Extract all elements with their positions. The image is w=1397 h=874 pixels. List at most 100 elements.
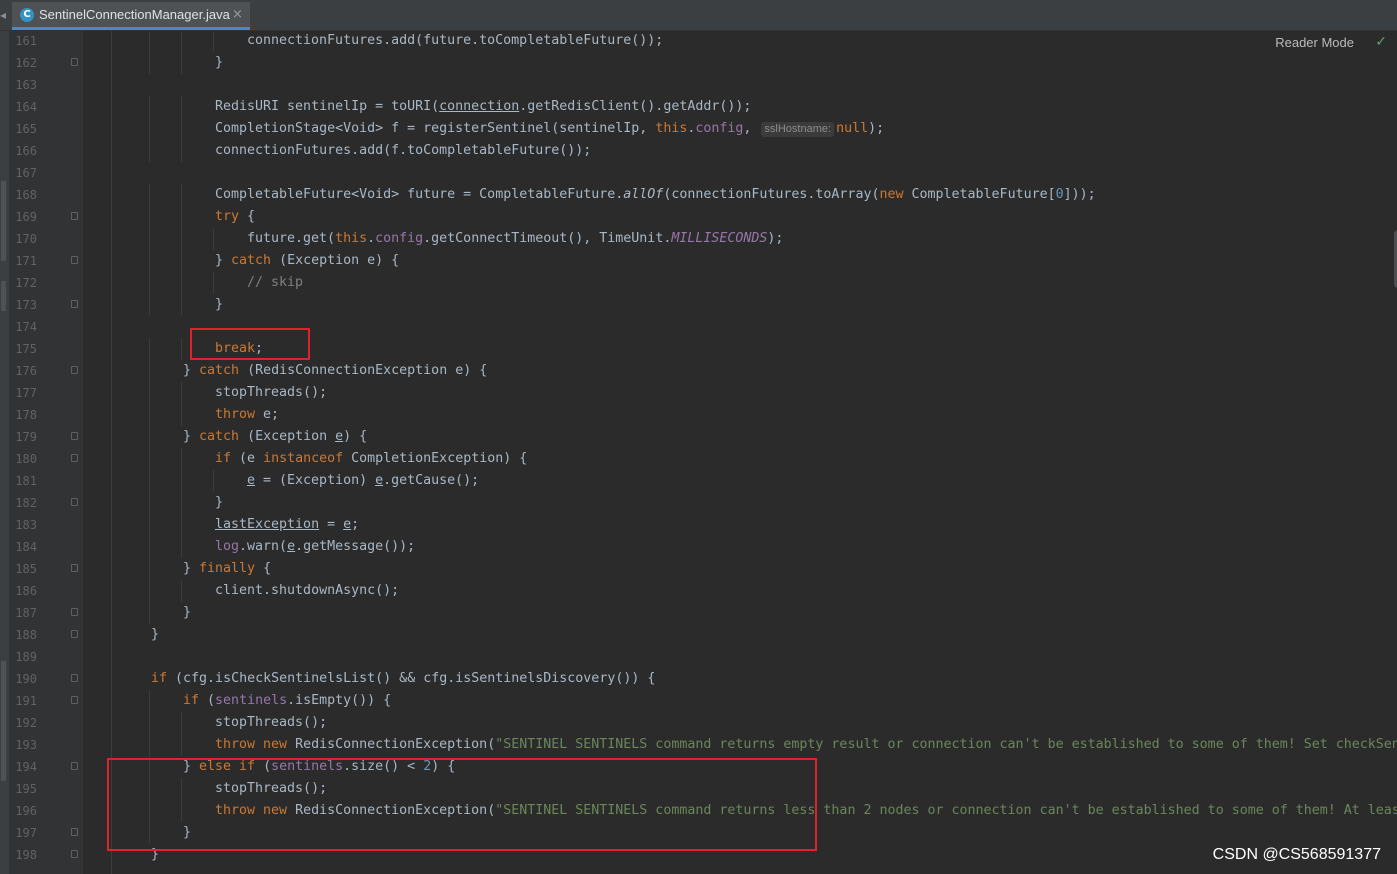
code-line[interactable]: 166 connectionFutures.add(f.toCompletable… (9, 140, 1397, 162)
code-line[interactable]: 181 e = (Exception) e.getCause(); (9, 470, 1397, 492)
code-token: MILLISECONDS (671, 231, 768, 246)
line-number: 162 (15, 56, 37, 70)
code-line[interactable]: 183 lastException = e; (9, 514, 1397, 536)
line-number: 181 (15, 474, 37, 488)
indent-guide (181, 31, 182, 52)
code-line[interactable]: 167 (9, 162, 1397, 184)
code-line[interactable]: 187} (9, 602, 1397, 624)
line-number: 198 (15, 848, 37, 862)
tab-scroll-left-icon[interactable]: ◂ (0, 6, 10, 24)
indent-guide (149, 294, 150, 316)
code-token: sentinels (215, 693, 288, 708)
close-tab-icon[interactable]: × (232, 7, 243, 22)
indent-guide (181, 580, 182, 602)
code-line[interactable]: 161 connectionFutures.add(future.toComple… (9, 31, 1397, 52)
code-line[interactable]: 184 log.warn(e.getMessage()); (9, 536, 1397, 558)
fold-marker-icon[interactable] (71, 366, 78, 374)
code-line[interactable]: 169 try { (9, 206, 1397, 228)
indent-guide (149, 250, 150, 272)
inspection-ok-icon[interactable]: ✓ (1375, 34, 1387, 50)
code-line[interactable]: 165 CompletionStage<Void> f = registerSen… (9, 118, 1397, 140)
code-token: catch (199, 363, 248, 378)
indent-guide (149, 52, 150, 74)
code-line[interactable]: 163 (9, 74, 1397, 96)
code-line[interactable]: 168 CompletableFuture<Void> future = Comp… (9, 184, 1397, 206)
indent-guide (213, 272, 214, 294)
code-line[interactable]: 170 future.get(this.config.getConnectTime… (9, 228, 1397, 250)
code-line[interactable]: 186 client.shutdownAsync(); (9, 580, 1397, 602)
code-token: e (375, 473, 384, 488)
code-token: CompletionException) { (351, 451, 528, 466)
code-text: try { (215, 206, 255, 228)
tab-sentinel-connection-manager[interactable]: C SentinelConnectionManager.java × (12, 2, 250, 30)
code-line[interactable]: 173} (9, 294, 1397, 316)
fold-marker-icon[interactable] (71, 212, 78, 220)
watermark: CSDN @CS568591377 (1212, 846, 1381, 863)
indent-guide (181, 492, 182, 514)
code-line[interactable]: 190 if (cfg.isCheckSentinelsList() && cfg… (9, 668, 1397, 690)
code-token: lastException (215, 517, 320, 532)
code-line[interactable]: 178 throw e; (9, 404, 1397, 426)
code-line[interactable]: 189 (9, 646, 1397, 668)
fold-marker-icon[interactable] (71, 608, 78, 616)
fold-marker-icon[interactable] (71, 696, 78, 704)
indent-guide (181, 294, 182, 316)
fold-marker-icon[interactable] (71, 256, 78, 264)
indent-guide (149, 426, 150, 448)
indent-guide (181, 470, 182, 492)
indent-guide (181, 140, 182, 162)
code-editor[interactable]: 161 connectionFutures.add(future.toComple… (9, 31, 1397, 874)
code-line[interactable]: 162} (9, 52, 1397, 74)
indent-guide (149, 272, 150, 294)
indent-guide (149, 690, 150, 712)
code-line[interactable]: 171} catch (Exception e) { (9, 250, 1397, 272)
fold-marker-icon[interactable] (71, 300, 78, 308)
highlight-box-sentinels-check (107, 758, 817, 851)
indent-guide (181, 712, 182, 734)
code-line[interactable]: 180 if (e instanceof CompletionException)… (9, 448, 1397, 470)
code-token: this (335, 231, 368, 246)
code-line[interactable]: 192 stopThreads(); (9, 712, 1397, 734)
fold-marker-icon[interactable] (71, 850, 78, 858)
line-number: 196 (15, 804, 37, 818)
fold-marker-icon[interactable] (71, 432, 78, 440)
indent-guide (149, 140, 150, 162)
fold-marker-icon[interactable] (71, 762, 78, 770)
reader-mode-toggle[interactable]: Reader Mode (1275, 35, 1354, 50)
code-line[interactable]: 172 // skip (9, 272, 1397, 294)
fold-marker-icon[interactable] (71, 58, 78, 66)
code-token: if (151, 671, 176, 686)
fold-marker-icon[interactable] (71, 674, 78, 682)
code-token: if (215, 451, 240, 466)
code-token: catch (231, 253, 280, 268)
fold-marker-icon[interactable] (71, 498, 78, 506)
fold-marker-icon[interactable] (71, 564, 78, 572)
code-line[interactable]: 179} catch (Exception e) { (9, 426, 1397, 448)
code-token: e (247, 473, 256, 488)
code-token: connectionFutures.add(f.toCompletableFut… (215, 143, 592, 158)
code-line[interactable]: 164 RedisURI sentinelIp = toURI(connectio… (9, 96, 1397, 118)
indent-guide (181, 382, 182, 404)
code-line[interactable]: 191 if (sentinels.isEmpty()) { (9, 690, 1397, 712)
left-tool-strip (0, 31, 9, 874)
line-number: 161 (15, 34, 37, 48)
code-line[interactable]: 193 throw new RedisConnectionException("S… (9, 734, 1397, 756)
left-strip-marker (1, 661, 6, 781)
fold-marker-icon[interactable] (71, 630, 78, 638)
code-line[interactable]: 185} finally { (9, 558, 1397, 580)
fold-marker-icon[interactable] (71, 828, 78, 836)
code-line[interactable]: 176} catch (RedisConnectionException e) … (9, 360, 1397, 382)
code-line[interactable]: 182} (9, 492, 1397, 514)
code-token: throw (215, 407, 264, 422)
code-token: .getMessage()); (295, 539, 416, 554)
indent-guide (149, 206, 150, 228)
code-token: } (183, 363, 200, 378)
fold-marker-icon[interactable] (71, 454, 78, 462)
code-line[interactable]: 177 stopThreads(); (9, 382, 1397, 404)
code-line[interactable]: 188} (9, 624, 1397, 646)
line-number: 177 (15, 386, 37, 400)
code-token: .isEmpty()) { (287, 693, 392, 708)
code-text: e = (Exception) e.getCause(); (247, 470, 479, 492)
code-text: CompletableFuture<Void> future = Complet… (215, 184, 1096, 206)
indent-guide (149, 734, 150, 756)
